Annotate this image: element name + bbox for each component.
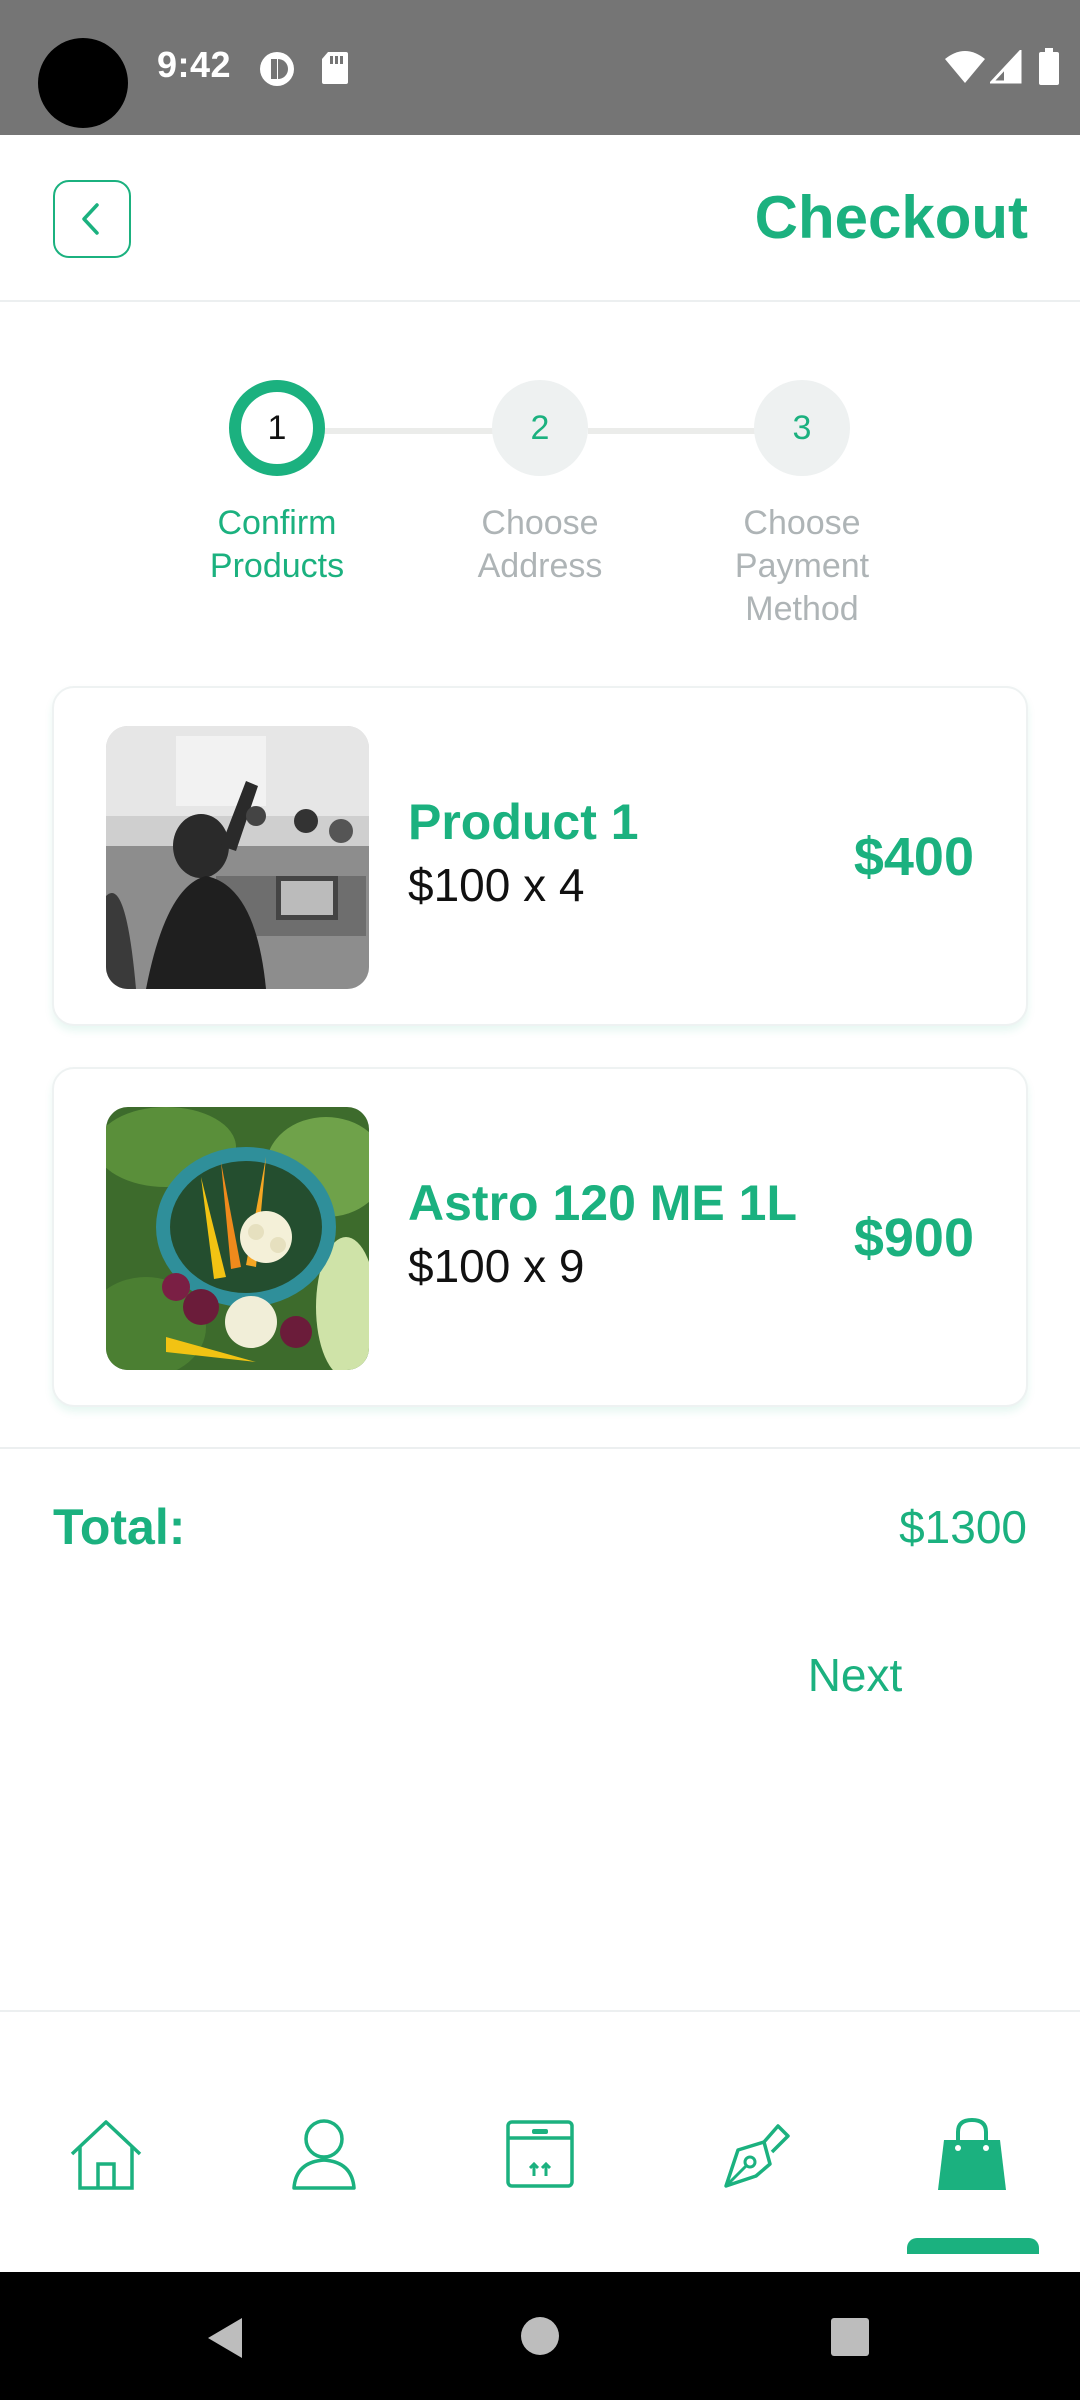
product-price-qty: $100 x 4 [408,859,585,911]
active-tab-indicator [907,2238,1039,2254]
step-label-line: Address [477,547,603,585]
step-connector [588,428,758,434]
product-price-qty: $100 x 9 [408,1240,585,1292]
profile-icon [292,2119,356,2190]
battery-icon [1039,48,1059,85]
nav-home[interactable] [56,2104,156,2204]
app-header: Checkout [0,135,1080,302]
step-label-line: Choose [743,504,861,542]
step-1-label: Confirm Products [157,502,397,588]
bottom-navigation [0,2010,1080,2272]
checkout-screen: 9:42 Checkout 1 2 3 Confirm Products Cho… [0,0,1080,2400]
wifi-icon [945,51,985,83]
cellular-signal-icon [990,50,1022,84]
step-1-circle[interactable]: 1 [229,380,325,476]
product-photo [106,1107,369,1370]
step-3-label: Choose Payment Method [682,502,922,631]
product-card[interactable]: Astro 120 ME 1L $100 x 9 $900 [52,1067,1028,1407]
next-button[interactable]: Next [790,1648,920,1708]
recents-square-icon[interactable] [830,2317,870,2357]
step-3-circle[interactable]: 3 [754,380,850,476]
back-button[interactable] [53,180,131,258]
divider [0,1447,1080,1449]
nav-orders[interactable] [490,2104,590,2204]
product-card[interactable]: Product 1 $100 x 4 $400 [52,686,1028,1026]
sd-card-icon [322,52,348,84]
total-label: Total: [53,1499,186,1555]
shopping-bag-icon [938,2117,1006,2190]
status-bar: 9:42 [0,0,1080,135]
product-image [106,726,369,989]
product-total: $400 [853,827,974,887]
step-label-line: Products [209,547,345,585]
step-label-line: Choose [481,504,599,542]
step-label-line: Method [745,590,859,628]
step-2-label: Choose Address [420,502,660,588]
home-circle-icon[interactable] [520,2316,560,2356]
page-title: Checkout [754,184,1028,251]
status-time: 9:42 [157,44,232,85]
product-name: Astro 120 ME 1L [408,1175,798,1231]
product-total: $900 [853,1208,974,1268]
camera-cutout [38,38,128,128]
back-triangle-icon[interactable] [204,2316,246,2360]
home-icon [70,2120,142,2190]
step-2-circle[interactable]: 2 [492,380,588,476]
nav-cart[interactable] [922,2104,1022,2204]
nav-profile[interactable] [274,2104,374,2204]
total-value: $1300 [899,1501,1027,1553]
box-icon [506,2120,574,2188]
step-label-line: Payment [734,547,870,585]
system-nav-bar [0,2272,1080,2400]
product-name: Product 1 [408,794,639,850]
chevron-left-icon [82,203,99,235]
pen-icon [724,2124,790,2188]
product-photo [106,726,369,989]
product-image [106,1107,369,1370]
nav-create[interactable] [706,2104,806,2204]
step-connector [323,428,498,434]
step-label-line: Confirm [217,504,337,542]
notification-app-icon [260,52,294,86]
